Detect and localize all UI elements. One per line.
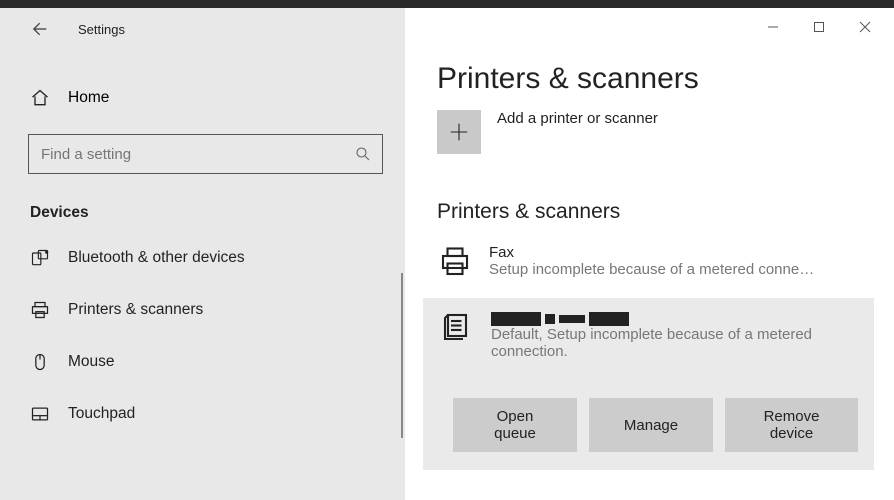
printer-icon [30, 300, 50, 320]
open-queue-button[interactable]: Open queue [453, 398, 577, 452]
selected-device-card[interactable]: Default, Setup incomplete because of a m… [423, 298, 874, 470]
section-header: Printers & scanners [405, 154, 894, 234]
device-name: Fax [489, 244, 814, 261]
window-controls [750, 12, 888, 42]
home-label: Home [68, 89, 109, 107]
sidebar-item-label: Mouse [68, 353, 115, 371]
printer-document-icon [439, 312, 477, 350]
sidebar-section-header: Devices [0, 174, 405, 232]
selected-device-name [491, 312, 858, 326]
main-content: Printers & scanners Add a printer or sca… [405, 8, 894, 500]
sidebar-item-label: Bluetooth & other devices [68, 249, 245, 267]
device-actions: Open queue Manage Remove device [439, 360, 858, 452]
manage-button[interactable]: Manage [589, 398, 713, 452]
mouse-icon [30, 352, 50, 372]
home-icon [30, 88, 50, 108]
device-status: Setup incomplete because of a metered co… [489, 261, 814, 278]
back-icon[interactable] [28, 19, 48, 39]
devices-icon [30, 248, 50, 268]
sidebar-item-mouse[interactable]: Mouse [0, 336, 405, 388]
sidebar-item-label: Touchpad [68, 405, 135, 423]
add-printer-row[interactable]: Add a printer or scanner [405, 106, 894, 154]
selected-device-status: Default, Setup incomplete because of a m… [491, 326, 831, 360]
sidebar-item-printers[interactable]: Printers & scanners [0, 284, 405, 336]
maximize-button[interactable] [796, 12, 842, 42]
touchpad-icon [30, 404, 50, 424]
search-input-wrap[interactable] [28, 134, 383, 174]
printer-icon [437, 244, 475, 282]
sidebar-item-bluetooth[interactable]: Bluetooth & other devices [0, 232, 405, 284]
close-button[interactable] [842, 12, 888, 42]
search-input[interactable] [41, 146, 354, 163]
search-icon [354, 145, 372, 163]
sidebar-item-touchpad[interactable]: Touchpad [0, 388, 405, 440]
device-row-fax[interactable]: Fax Setup incomplete because of a metere… [405, 234, 894, 292]
home-nav[interactable]: Home [0, 80, 405, 116]
window-title: Settings [78, 22, 125, 37]
remove-device-button[interactable]: Remove device [725, 398, 858, 452]
minimize-button[interactable] [750, 12, 796, 42]
plus-icon [437, 110, 481, 154]
title-bar-dark [0, 0, 894, 8]
settings-sidebar: Settings Home Devices [0, 8, 405, 500]
sidebar-scrollbar[interactable] [401, 273, 403, 438]
sidebar-item-label: Printers & scanners [68, 301, 203, 319]
add-printer-label: Add a printer or scanner [497, 110, 658, 127]
